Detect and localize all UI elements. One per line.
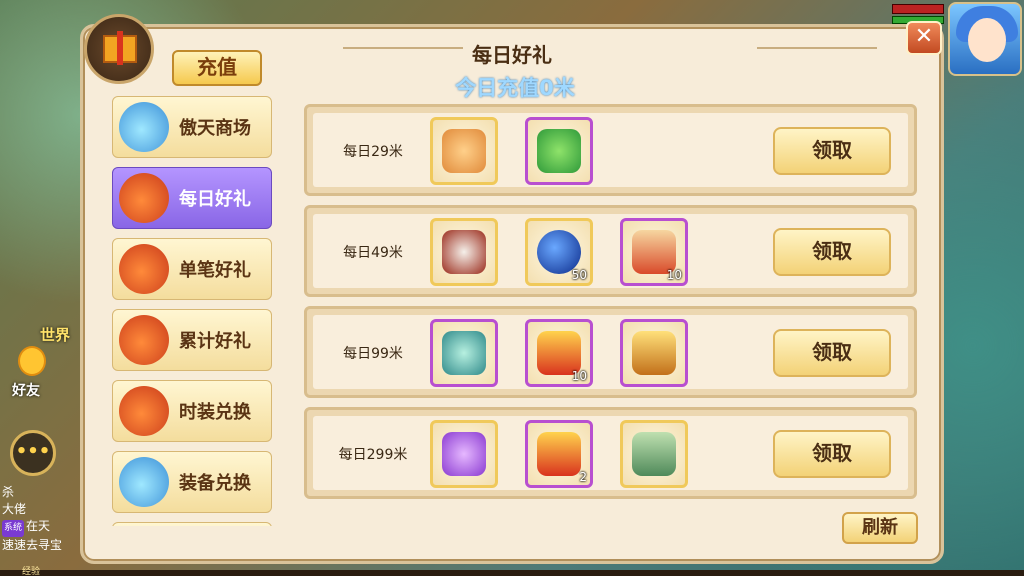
claim-button[interactable]: 领取 bbox=[773, 127, 891, 175]
armored-knight-icon bbox=[442, 331, 486, 375]
sidebar-item-single-gift[interactable]: 单笔好礼 bbox=[112, 238, 272, 300]
reward-item[interactable] bbox=[430, 319, 498, 387]
system-tag: 系统 bbox=[2, 520, 25, 537]
title-ornament-right bbox=[757, 47, 877, 49]
blue-bag-icon bbox=[119, 102, 169, 152]
sidebar-item-fashion-exchange[interactable]: 时装兑换 bbox=[112, 380, 272, 442]
game-hud-left: 世界 好友 ••• 杀 大佬 系统 在天 速速去寻宝 bbox=[0, 0, 90, 576]
avatar-face bbox=[968, 18, 1006, 62]
sidebar-item-label: 每日好礼 bbox=[179, 189, 251, 210]
reward-item[interactable]: 2 bbox=[525, 420, 593, 488]
treasure-chest-icon bbox=[537, 432, 581, 476]
reward-item[interactable]: 10 bbox=[620, 218, 688, 286]
sidebar-item-daily-gift[interactable]: 每日好礼 bbox=[112, 167, 272, 229]
chat-line-text: 速速去寻宝 bbox=[2, 538, 63, 552]
chat-bubble-icon[interactable]: ••• bbox=[10, 430, 56, 476]
sidebar-item-label: 累计好礼 bbox=[179, 331, 251, 352]
golden-chest-icon bbox=[632, 331, 676, 375]
item-count: 2 bbox=[579, 470, 587, 484]
sidebar-item-label: 傲天商场 bbox=[179, 118, 251, 139]
gift-bag-icon bbox=[119, 315, 169, 365]
refresh-button[interactable]: 刷新 bbox=[842, 512, 918, 544]
sidebar-item-label: 时装兑换 bbox=[179, 402, 251, 423]
experience-bar bbox=[0, 570, 1024, 576]
reward-amount: 每日99米 bbox=[343, 346, 403, 362]
chat-line-text: 大佬 bbox=[2, 502, 27, 516]
player-avatar[interactable] bbox=[948, 2, 1022, 76]
gift-ribbon bbox=[117, 31, 123, 65]
chat-line: 速速去寻宝 bbox=[2, 537, 92, 554]
reward-amount: 每日299米 bbox=[338, 447, 408, 463]
sidebar-item-aotian-mall[interactable]: 傲天商场 bbox=[112, 96, 272, 158]
reward-row-99: 每日99米 10 领取 bbox=[304, 306, 917, 398]
reward-item[interactable]: 50 bbox=[525, 218, 593, 286]
item-count: 50 bbox=[571, 268, 587, 282]
friends-button[interactable]: 好友 bbox=[8, 346, 54, 400]
reward-item[interactable] bbox=[430, 420, 498, 488]
reward-row-29: 每日29米 领取 bbox=[304, 104, 917, 196]
close-button[interactable]: ✕ bbox=[906, 21, 942, 55]
reward-item[interactable] bbox=[620, 319, 688, 387]
gift-bag-icon bbox=[119, 173, 169, 223]
sidebar-tabs: 傲天商场 每日好礼 单笔好礼 累计好礼 时装兑换 装备兑换 bbox=[112, 96, 272, 526]
chat-line: 杀 bbox=[2, 484, 92, 501]
sidebar-item-label: 装备兑换 bbox=[179, 473, 251, 494]
green-jade-icon bbox=[537, 129, 581, 173]
friends-label: 好友 bbox=[12, 383, 40, 399]
claim-button[interactable]: 领取 bbox=[773, 329, 891, 377]
experience-label: 经验 bbox=[22, 567, 41, 576]
chat-line: 系统 在天 bbox=[2, 518, 92, 537]
sidebar-item-equipment-exchange[interactable]: 装备兑换 bbox=[112, 451, 272, 513]
fox-pet-icon bbox=[442, 129, 486, 173]
reward-item[interactable] bbox=[430, 117, 498, 185]
hp-bar bbox=[892, 4, 944, 14]
reward-item[interactable] bbox=[430, 218, 498, 286]
gift-box-icon bbox=[84, 14, 154, 84]
friend-bird-icon bbox=[18, 346, 46, 376]
purple-dragon-icon bbox=[442, 432, 486, 476]
reward-item[interactable] bbox=[525, 117, 593, 185]
chat-line-text: 在天 bbox=[26, 519, 51, 533]
blue-bag-icon bbox=[119, 457, 169, 507]
green-book-icon bbox=[632, 432, 676, 476]
chat-line-text: 杀 bbox=[2, 485, 15, 499]
world-chat-label[interactable]: 世界 bbox=[40, 324, 70, 345]
reward-row-299: 每日299米 2 领取 bbox=[304, 407, 917, 499]
reward-item[interactable] bbox=[620, 420, 688, 488]
reward-amount: 每日29米 bbox=[343, 144, 403, 160]
item-count: 10 bbox=[571, 369, 587, 383]
sidebar-item-cumulative-gift[interactable]: 累计好礼 bbox=[112, 309, 272, 371]
gift-bag-icon bbox=[119, 386, 169, 436]
sidebar-item-more[interactable] bbox=[112, 522, 272, 526]
claim-button[interactable]: 领取 bbox=[773, 228, 891, 276]
claim-button[interactable]: 领取 bbox=[773, 430, 891, 478]
mask-warrior-icon bbox=[442, 230, 486, 274]
sidebar-item-label: 单笔好礼 bbox=[179, 260, 251, 281]
item-count: 10 bbox=[666, 268, 682, 282]
reward-item[interactable]: 10 bbox=[525, 319, 593, 387]
gift-bag-icon bbox=[119, 244, 169, 294]
today-recharge-text: 今日充值0米 bbox=[455, 76, 575, 100]
chat-line: 大佬 bbox=[2, 501, 92, 518]
recharge-button[interactable]: 充值 bbox=[172, 50, 262, 86]
reward-amount: 每日49米 bbox=[343, 245, 403, 261]
reward-row-49: 每日49米 50 10 领取 bbox=[304, 205, 917, 297]
chat-log: 杀 大佬 系统 在天 速速去寻宝 bbox=[2, 484, 92, 554]
